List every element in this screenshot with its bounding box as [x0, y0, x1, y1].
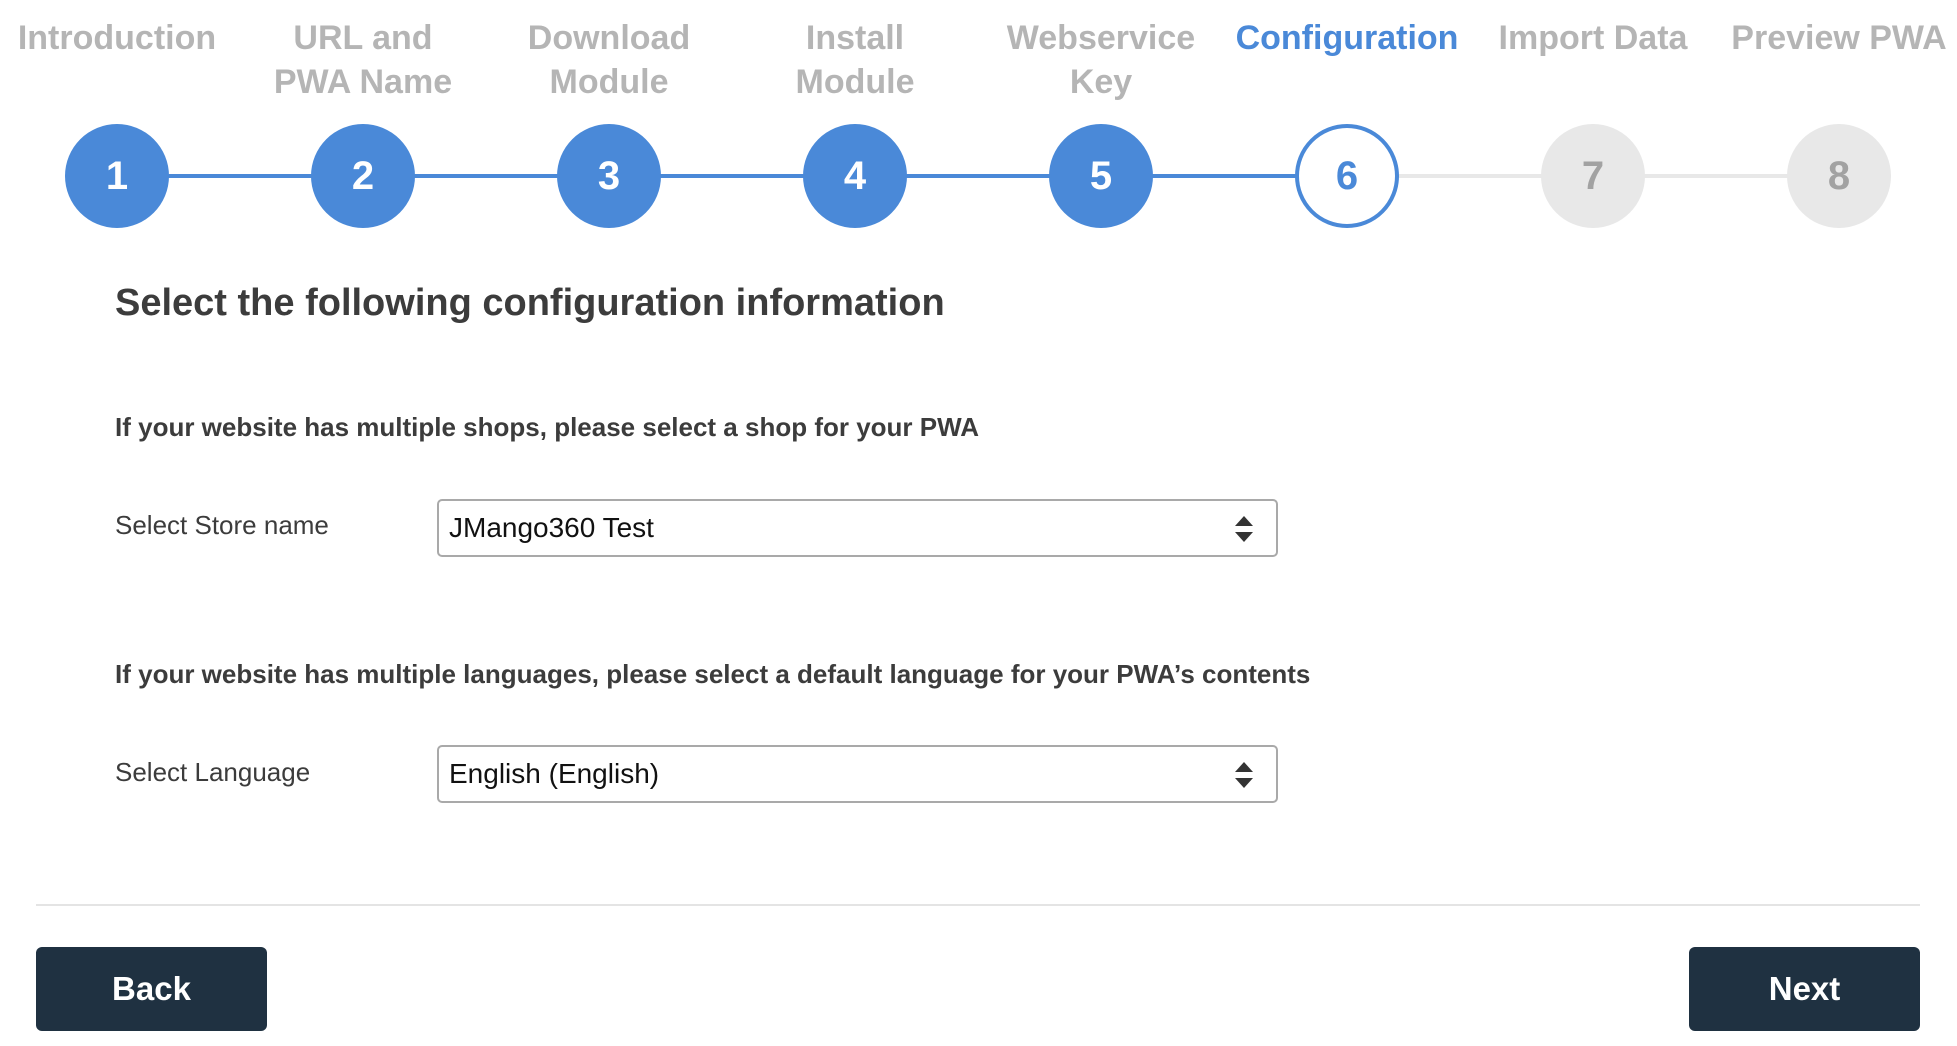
- back-button[interactable]: Back: [36, 947, 267, 1031]
- wizard-stepper: Introduction 1 URL and PWA Name 2 Downlo…: [0, 0, 1957, 240]
- step-introduction[interactable]: Introduction 1: [0, 0, 240, 228]
- step-download-module[interactable]: Download Module 3: [486, 0, 732, 228]
- step-label-line: Download: [527, 19, 691, 57]
- step-label-line: Introduction: [17, 19, 217, 57]
- step-label-line: Configuration: [1235, 19, 1459, 57]
- step-circle-5[interactable]: 5: [1049, 124, 1153, 228]
- step-label: Download Module: [486, 0, 732, 101]
- step-circle-1[interactable]: 1: [65, 124, 169, 228]
- select-updown-arrows-icon: [1234, 760, 1254, 790]
- step-label-line: URL and: [293, 19, 433, 57]
- step-circle-2[interactable]: 2: [311, 124, 415, 228]
- step-label-line: Module: [549, 63, 669, 101]
- step-label: Install Module: [732, 0, 978, 101]
- step-preview-pwa: Preview PWA 8: [1716, 0, 1957, 228]
- step-label-line: Preview PWA: [1731, 19, 1947, 57]
- step-webservice-key[interactable]: Webservice Key 5: [978, 0, 1224, 228]
- step-label: Webservice Key: [978, 0, 1224, 101]
- step-circle-8: 8: [1787, 124, 1891, 228]
- page-title: Select the following configuration infor…: [115, 282, 945, 324]
- step-label: Configuration: [1224, 0, 1470, 100]
- step-label-line: Webservice: [1006, 19, 1196, 57]
- step-label: Preview PWA: [1716, 0, 1957, 100]
- language-section-heading: If your website has multiple languages, …: [115, 659, 1311, 689]
- select-updown-arrows-icon: [1234, 514, 1254, 544]
- step-install-module[interactable]: Install Module 4: [732, 0, 978, 228]
- store-name-select[interactable]: JMango360 Test: [437, 499, 1278, 557]
- store-name-label: Select Store name: [115, 510, 329, 540]
- language-selected-value: English (English): [449, 758, 660, 789]
- step-label-line: Install: [805, 19, 905, 57]
- step-label-line: Module: [795, 63, 915, 101]
- step-configuration[interactable]: Configuration 6: [1224, 0, 1470, 228]
- language-label: Select Language: [115, 757, 311, 787]
- step-label-line: Import Data: [1498, 19, 1688, 57]
- step-label-line: Key: [1069, 63, 1133, 101]
- footer-divider: [36, 904, 1920, 906]
- shop-section-heading: If your website has multiple shops, plea…: [115, 412, 979, 442]
- language-select[interactable]: English (English): [437, 745, 1278, 803]
- step-circle-3[interactable]: 3: [557, 124, 661, 228]
- step-label: Introduction: [0, 0, 240, 100]
- step-label: URL and PWA Name: [240, 0, 486, 101]
- step-label-line: PWA Name: [273, 63, 453, 101]
- next-button[interactable]: Next: [1689, 947, 1920, 1031]
- store-name-selected-value: JMango360 Test: [449, 512, 654, 543]
- step-circle-4[interactable]: 4: [803, 124, 907, 228]
- step-import-data: Import Data 7: [1470, 0, 1716, 228]
- step-circle-6[interactable]: 6: [1295, 124, 1399, 228]
- step-url-and-pwa-name[interactable]: URL and PWA Name 2: [240, 0, 486, 228]
- step-label: Import Data: [1470, 0, 1716, 100]
- step-circle-7: 7: [1541, 124, 1645, 228]
